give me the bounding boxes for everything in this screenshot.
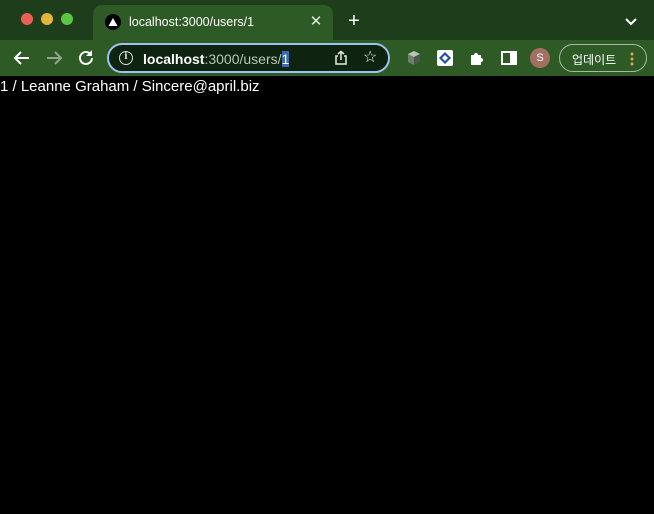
bookmark-star-icon[interactable]: ☆ [363,50,379,66]
update-button[interactable]: 업데이트 [559,44,647,72]
more-vertical-dots-icon [630,52,634,66]
tab-search-chevron-down-icon[interactable] [623,13,639,29]
close-window-button[interactable] [21,13,33,25]
dev-extension-icon[interactable] [436,49,454,67]
reload-icon[interactable] [76,48,96,68]
user-info-text: 1 / Leanne Graham / Sincere@april.biz [0,78,260,95]
browser-tab[interactable]: localhost:3000/users/1 ✕ [93,5,333,40]
side-panel-icon[interactable] [500,49,518,67]
fullscreen-window-button[interactable] [61,13,73,25]
site-info-icon[interactable]: i [119,51,133,65]
minimize-window-button[interactable] [41,13,53,25]
address-bar[interactable]: i localhost:3000/users/1 ☆ [107,43,390,73]
url-text[interactable]: localhost:3000/users/1 [143,51,290,67]
profile-avatar[interactable]: S [530,48,550,68]
browser-toolbar: i localhost:3000/users/1 ☆ S 업데이트 [0,40,654,76]
triangle-logo-icon [105,14,121,30]
share-icon[interactable] [333,50,349,66]
title-bar: localhost:3000/users/1 ✕ + [0,0,654,40]
back-arrow-icon[interactable] [12,48,32,68]
cube-extension-icon[interactable] [405,49,423,67]
tab-close-icon[interactable]: ✕ [307,13,325,31]
new-tab-plus-icon[interactable]: + [344,11,364,31]
forward-arrow-icon[interactable] [44,48,64,68]
puzzle-extensions-icon[interactable] [468,49,486,67]
tab-title: localhost:3000/users/1 [129,15,255,29]
page-viewport: 1 / Leanne Graham / Sincere@april.biz [0,76,654,514]
browser-window: localhost:3000/users/1 ✕ + i localhost:3… [0,0,654,514]
